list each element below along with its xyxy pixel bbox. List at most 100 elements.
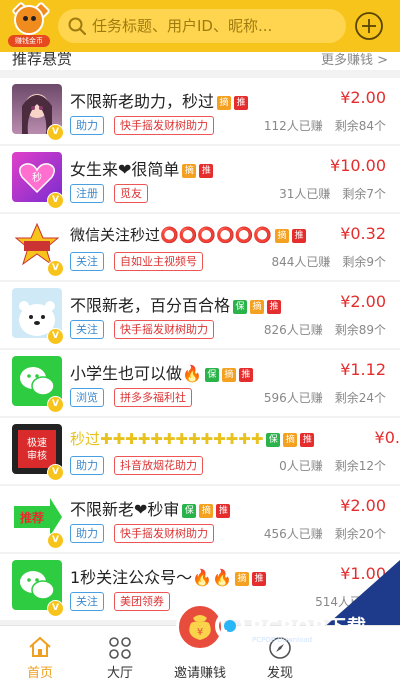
verified-badge: V [47,260,64,277]
task-title: 微信关注秒过⭕⭕⭕⭕⭕⭕ [70,226,273,244]
task-title: 1秒关注公众号～🔥🔥 [70,568,233,587]
nav-hall-label: 大厅 [106,666,133,681]
thumb-text-a: 极速 [27,436,47,449]
task-title-row: 不限新老，百分百合格保摘推 [70,292,282,316]
logo-text: 赚钱金币 [8,35,50,47]
task-type-tag: 助力 [70,524,104,543]
search-placeholder: 任务标题、用户ID、昵称... [92,17,273,35]
verified-badge: V [47,464,64,481]
task-price: ¥1.12 [340,360,386,379]
task-done: 112人已赚 [263,119,323,133]
task-item[interactable]: V 不限新老助力，秒过摘推 ¥2.00 助力 快手摇发财树助力 112人已赚 剩余… [0,78,400,144]
app-header: 赚钱金币 任务标题、用户ID、昵称... [0,0,400,52]
tui-badge: 推 [292,229,307,243]
task-list: V 不限新老助力，秒过摘推 ¥2.00 助力 快手摇发财树助力 112人已赚 剩余… [0,72,400,625]
tui-badge: 推 [238,368,253,382]
home-icon [29,636,51,657]
task-title-row: 秒过✚✚✚✚✚✚✚✚✚✚✚✚✚ 保摘推 [70,428,315,449]
bao-badge: 保 [266,433,281,447]
zhai-badge: 摘 [275,229,290,243]
task-stats: 596人已赚 剩余24个 [252,389,386,406]
verified-badge: V [47,328,64,345]
verified-badge: V [47,396,64,413]
task-done: 844人已赚 [271,255,331,269]
verified-badge: V [47,532,64,549]
task-done: 826人已赚 [263,323,323,337]
task-done: 596人已赚 [263,391,323,405]
zhai-badge: 摘 [199,504,214,518]
task-type-tag: 关注 [70,592,104,611]
task-item[interactable]: 极速 审核 V 秒过✚✚✚✚✚✚✚✚✚✚✚✚✚ 保摘推 ¥0. 助力 抖音放烟花助力… [0,418,400,484]
app-logo: 赚钱金币 [6,1,52,48]
task-title-row: 女生来❤很简单摘推 [70,156,214,180]
task-stats: 844人已赚 剩余9个 [259,253,386,270]
zhai-badge: 摘 [235,572,250,586]
task-stats: 0人已赚 剩余12个 [267,457,386,474]
task-item[interactable]: 秒 V 女生来❤很简单摘推 ¥10.00 注册 觅友 31人已赚 剩余7个 [0,146,400,212]
tui-badge: 推 [216,504,231,518]
task-title-row: 微信关注秒过⭕⭕⭕⭕⭕⭕ 摘推 [70,224,307,245]
task-type-tag: 助力 [70,456,104,475]
tui-badge: 推 [267,300,282,314]
task-price: ¥0. [372,428,400,447]
zhai-badge: 摘 [250,300,265,314]
task-stats: 456人已赚 剩余20个 [252,525,386,542]
task-title: 不限新老，百分百合格 [70,296,231,315]
task-price: ¥2.00 [340,88,386,107]
bao-badge: 保 [182,504,197,518]
task-price: ¥10.00 [330,156,386,175]
task-title: 不限新老❤秒审 [70,500,180,519]
task-category-tag: 觅友 [114,184,148,203]
task-item[interactable]: V 微信关注秒过⭕⭕⭕⭕⭕⭕ 摘推 ¥0.32 关注 自如业主视频号 844人已赚… [0,214,400,280]
task-title: 秒过✚✚✚✚✚✚✚✚✚✚✚✚✚ [70,430,264,448]
task-category-tag: 快手摇发财树助力 [114,116,214,135]
verified-badge: V [47,124,64,141]
zhai-badge: 摘 [221,368,236,382]
watermark: PCPOP下载 PCPOP Download [212,608,392,648]
add-icon[interactable] [354,11,384,41]
task-title-row: 1秒关注公众号～🔥🔥 摘推 [70,564,267,588]
section-title: 推荐悬赏 [12,52,73,68]
search-icon [68,17,86,35]
task-done: 0人已赚 [279,459,323,473]
task-left: 剩余9个 [342,255,386,269]
task-title: 小学生也可以做🔥 [70,364,202,383]
task-item[interactable]: 推荐 V 不限新老❤秒审保摘推 ¥2.00 助力 快手摇发财树助力 456人已赚… [0,486,400,552]
zhai-badge: 摘 [217,96,232,110]
task-left: 剩余20个 [334,527,386,541]
task-title-row: 不限新老助力，秒过摘推 [70,88,249,112]
task-type-tag: 浏览 [70,388,104,407]
nav-hall[interactable]: 大厅 [80,626,160,685]
task-stats: 31人已赚 剩余7个 [267,185,386,202]
task-price: ¥2.00 [340,496,386,515]
task-type-tag: 注册 [70,184,104,203]
task-type-tag: 关注 [70,320,104,339]
thumb-text: 推荐 [20,510,44,525]
zhai-badge: 摘 [283,433,298,447]
task-title: 不限新老助力，秒过 [70,92,215,111]
task-category-tag: 自如业主视频号 [114,252,203,271]
task-title-row: 不限新老❤秒审保摘推 [70,496,231,520]
task-price: ¥0.32 [340,224,386,243]
more-link[interactable]: 更多赚钱 > [321,52,388,68]
nav-invite-label: 邀请赚钱 [173,666,226,681]
search-input[interactable]: 任务标题、用户ID、昵称... [58,9,346,43]
task-item[interactable]: V 不限新老，百分百合格保摘推 ¥2.00 关注 快手摇发财树助力 826人已赚… [0,282,400,348]
task-title-row: 小学生也可以做🔥 保摘推 [70,360,253,384]
task-done: 456人已赚 [263,527,323,541]
thumb-text-b: 审核 [27,449,47,462]
task-category-tag: 快手摇发财树助力 [114,524,214,543]
nav-discover-label: 发现 [266,666,293,681]
nav-home-label: 首页 [26,666,53,681]
task-left: 剩余7个 [342,187,386,201]
task-left: 剩余12个 [334,459,386,473]
task-category-tag: 美团领券 [114,592,170,611]
nav-home[interactable]: 首页 [0,626,80,685]
task-category-tag: 抖音放烟花助力 [114,456,203,475]
tui-badge: 推 [199,164,214,178]
task-left: 剩余84个 [334,119,386,133]
task-done: 31人已赚 [279,187,331,201]
task-stats: 826人已赚 剩余89个 [252,321,386,338]
task-item[interactable]: V 小学生也可以做🔥 保摘推 ¥1.12 浏览 拼多多福利社 596人已赚 剩余24… [0,350,400,416]
watermark-sub: PCPOP Download [252,636,313,644]
